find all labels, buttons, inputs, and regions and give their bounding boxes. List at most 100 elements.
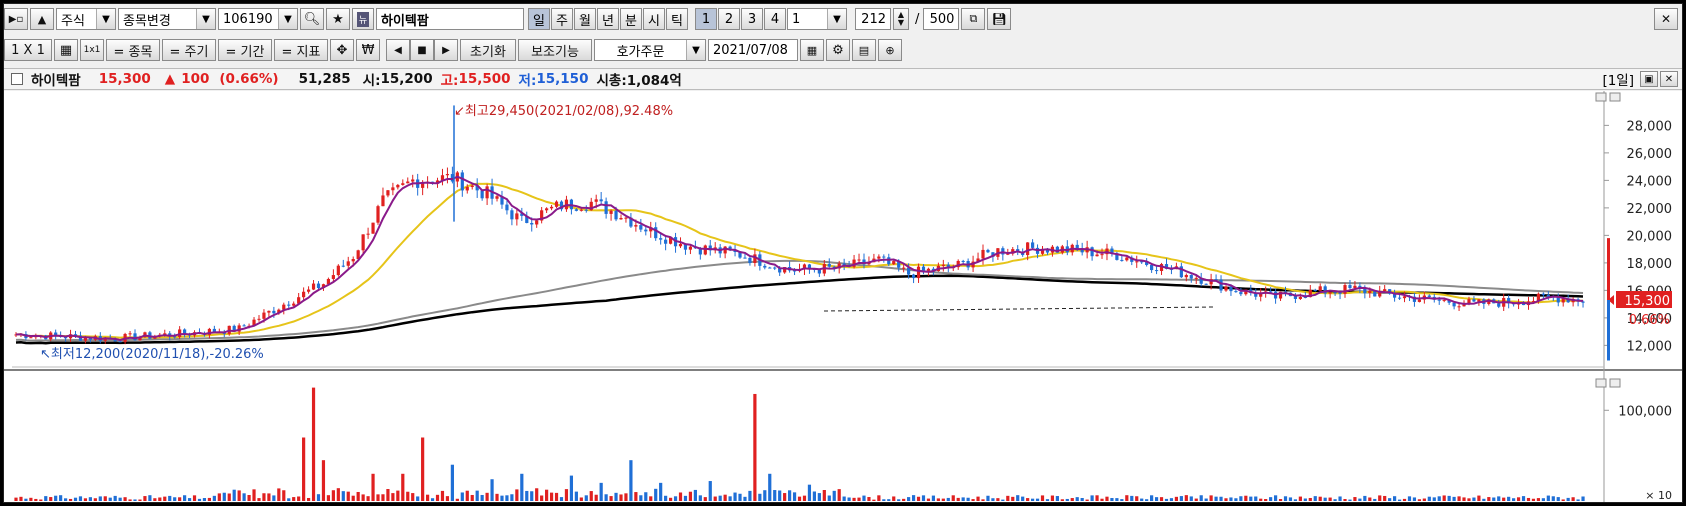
favorite-button[interactable]: ★: [326, 8, 350, 30]
volume-bar: [862, 495, 866, 501]
volume-bar: [1308, 497, 1312, 501]
volume-bar: [63, 498, 68, 501]
number-tab-3[interactable]: 3: [741, 8, 763, 30]
volume-bar: [1432, 497, 1436, 501]
search-button[interactable]: 🔍︎: [300, 8, 324, 30]
panel-toggle-button[interactable]: ▶▫: [4, 8, 28, 30]
save-button[interactable]: 💾︎: [987, 8, 1012, 30]
collapse-button[interactable]: ▲: [30, 8, 54, 30]
volume-bar: [98, 496, 102, 501]
stock-name-field: 하이텍팜: [376, 8, 524, 30]
volume-bar: [599, 482, 603, 501]
candle-body: [549, 206, 554, 209]
period-sync-button[interactable]: = 기간: [218, 39, 272, 61]
candle-body: [664, 239, 668, 244]
info-high: 15,500: [458, 71, 511, 87]
total-input[interactable]: 500: [923, 8, 960, 30]
maximize-button[interactable]: ▣: [1640, 71, 1658, 87]
period-tab-minute[interactable]: 분: [620, 8, 642, 30]
volume-bar: [1531, 498, 1536, 501]
aux-function-button[interactable]: 보조기능: [518, 39, 592, 61]
stock-sync-button[interactable]: = 종목: [106, 39, 160, 61]
volume-bar: [535, 488, 539, 501]
count-input[interactable]: 212: [855, 8, 891, 30]
info-price: 15,300: [98, 71, 151, 87]
single-layout-button[interactable]: 1x1: [80, 39, 104, 61]
market-select[interactable]: 주식 ▼: [56, 8, 116, 30]
calendar-button[interactable]: ▦: [800, 39, 824, 61]
volume-bar: [118, 497, 122, 501]
candle-body: [644, 229, 648, 232]
order-select[interactable]: 호가주문 ▼: [594, 39, 706, 61]
volume-bar: [133, 499, 137, 501]
volume-bar: [778, 490, 782, 501]
indicator-sync-button[interactable]: = 지표: [274, 39, 328, 61]
stock-change-select[interactable]: 종목변경 ▼: [118, 8, 216, 30]
news-button[interactable]: 뉴: [352, 8, 374, 30]
period-tab-week[interactable]: 주: [551, 8, 573, 30]
layout-button[interactable]: 1 X 1: [4, 39, 52, 61]
prev-button[interactable]: ◀: [386, 39, 410, 61]
info-open-label: 시:: [362, 73, 381, 89]
volume-bar: [1140, 498, 1144, 501]
volume-bar: [1462, 497, 1466, 501]
volume-bar: [976, 496, 980, 501]
number-tab-2[interactable]: 2: [718, 8, 740, 30]
period-tab-tick[interactable]: 틱: [666, 8, 688, 30]
zoom-button[interactable]: ⊕: [878, 39, 902, 61]
volume-bar: [262, 493, 266, 501]
period-tab-year[interactable]: 년: [597, 8, 619, 30]
candle-body: [1239, 292, 1243, 295]
grid-button[interactable]: ▦: [54, 39, 78, 61]
candle-body: [311, 283, 316, 290]
period-badge: [1일]: [1602, 73, 1634, 89]
next-button[interactable]: ▶: [434, 39, 458, 61]
candle-body: [1457, 306, 1461, 308]
volume-bar: [237, 490, 241, 501]
volume-bar: [1412, 497, 1417, 501]
unit-select[interactable]: 1 ▼: [787, 8, 847, 30]
stock-code-select[interactable]: 106190 ▼: [218, 8, 298, 30]
candle-body: [773, 267, 777, 269]
candle-body: [1452, 302, 1456, 307]
date-input[interactable]: 2021/07/08: [708, 39, 798, 61]
close-button[interactable]: ✕: [1654, 8, 1678, 30]
volume-bar: [321, 460, 326, 501]
volume-bar: [867, 497, 871, 501]
volume-bar: [678, 492, 683, 501]
number-tab-4[interactable]: 4: [764, 8, 786, 30]
volume-bar: [1115, 498, 1119, 501]
volume-bar: [688, 491, 693, 501]
volume-bar: [411, 493, 415, 501]
volume-bar: [921, 495, 926, 501]
chevron-down-icon: ▼: [686, 40, 705, 60]
add-window-button[interactable]: ⧉: [961, 8, 986, 30]
volume-bar: [83, 498, 88, 501]
number-tab-1[interactable]: 1: [695, 8, 717, 30]
volume-bar: [346, 491, 350, 501]
move-icon: ✥: [336, 42, 348, 58]
cycle-sync-button[interactable]: = 주기: [162, 39, 216, 61]
info-checkbox[interactable]: [11, 73, 23, 85]
chart-tools-button[interactable]: ▤: [852, 39, 876, 61]
volume-bar: [1095, 495, 1099, 501]
panel-close-button[interactable]: ✕: [1660, 71, 1678, 87]
settings-button[interactable]: ⚙: [826, 39, 850, 61]
period-tab-month[interactable]: 월: [574, 8, 596, 30]
volume-bar: [619, 494, 623, 501]
candle-body: [485, 186, 489, 199]
candle-body: [1437, 299, 1441, 301]
volume-bar: [1244, 495, 1248, 501]
chart-area[interactable]: 12,00014,00016,00018,00020,00022,00024,0…: [4, 91, 1683, 503]
reset-button[interactable]: 초기화: [460, 39, 516, 61]
move-button[interactable]: ✥: [330, 39, 354, 61]
currency-button[interactable]: ₩: [356, 39, 380, 61]
period-tab-hour[interactable]: 시: [643, 8, 665, 30]
volume-bar: [683, 495, 688, 501]
period-tab-day[interactable]: 일: [528, 8, 550, 30]
price-volume-chart[interactable]: 12,00014,00016,00018,00020,00022,00024,0…: [4, 91, 1683, 503]
volume-bar: [1333, 499, 1337, 501]
count-spinner[interactable]: ▲ ▼: [893, 8, 909, 30]
volume-bar: [24, 498, 28, 501]
stop-button[interactable]: ■: [410, 39, 434, 61]
